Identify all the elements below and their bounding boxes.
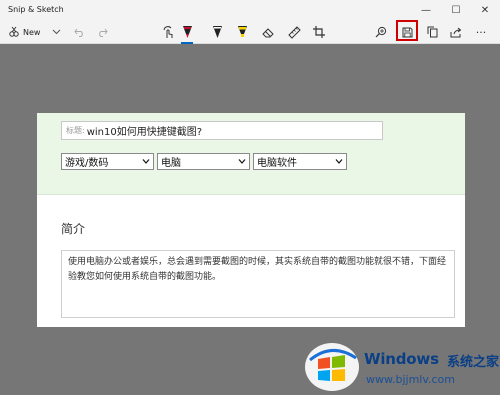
minimize-button[interactable]: —: [411, 0, 441, 21]
highlighter-icon: [237, 26, 247, 37]
close-icon: ✕: [480, 5, 490, 16]
windows-logo-icon: [305, 343, 359, 391]
more-icon: ···: [475, 25, 487, 39]
new-snip-icon: [9, 26, 19, 37]
chevron-down-icon: [238, 159, 246, 164]
captured-select-3-value: 电脑软件: [257, 158, 297, 169]
minimize-icon: —: [421, 5, 431, 16]
undo-icon: [73, 28, 83, 37]
chevron-down-icon: [52, 29, 60, 35]
ruler-button[interactable]: [287, 23, 301, 41]
captured-description: 使用电脑办公或者娱乐，总会遇到需要截图的时候，其实系统自带的截图功能就很不错，下…: [61, 250, 455, 318]
eraser-icon: [261, 27, 274, 37]
captured-select-2-value: 电脑: [161, 158, 181, 169]
captured-category-select-1: 游戏/数码: [61, 153, 154, 170]
ballpoint-pen-button[interactable]: [181, 23, 193, 41]
eraser-button[interactable]: [261, 23, 275, 41]
maximize-button[interactable]: ☐: [441, 0, 471, 21]
redo-button[interactable]: [95, 23, 109, 41]
captured-category-select-3: 电脑软件: [253, 153, 347, 170]
captured-title-value: win10如何用快捷键截图?: [86, 127, 203, 138]
captured-title-prefix: 标题:: [66, 126, 85, 135]
title-bar: Snip & Sketch — ☐ ✕: [0, 0, 500, 21]
maximize-icon: ☐: [451, 5, 461, 16]
app-title: Snip & Sketch: [8, 5, 64, 14]
touch-writing-icon: [163, 25, 172, 38]
ballpoint-pen-icon: [182, 26, 192, 38]
toolbar: New ···: [0, 21, 500, 44]
copy-button[interactable]: [425, 23, 439, 41]
copy-icon: [427, 26, 437, 38]
watermark-brand: Windows: [364, 350, 439, 368]
zoom-icon: [375, 26, 387, 38]
pencil-button[interactable]: [211, 23, 223, 41]
captured-category-select-2: 电脑: [157, 153, 250, 170]
share-icon: [450, 27, 462, 37]
more-button[interactable]: ···: [472, 23, 490, 41]
ruler-icon: [287, 25, 301, 39]
new-dropdown-button[interactable]: [50, 23, 62, 41]
close-button[interactable]: ✕: [470, 0, 500, 21]
save-button-highlight: [396, 20, 418, 41]
crop-icon: [313, 26, 325, 38]
new-label: New: [23, 27, 41, 37]
watermark-site-name: 系统之家: [447, 355, 500, 370]
share-button[interactable]: [449, 23, 463, 41]
captured-select-1-value: 游戏/数码: [65, 158, 109, 169]
pencil-icon: [212, 26, 222, 38]
captured-title-field: 标题: win10如何用快捷键截图?: [61, 121, 383, 140]
new-snip-button[interactable]: New: [8, 23, 44, 41]
touch-writing-button[interactable]: [160, 23, 176, 41]
crop-button[interactable]: [312, 23, 326, 41]
captured-header-panel: 标题: win10如何用快捷键截图? 游戏/数码 电脑 电脑软件: [37, 113, 465, 195]
watermark-url: www.bjjmlv.com: [366, 373, 455, 386]
captured-section-title: 简介: [61, 222, 86, 236]
redo-icon: [98, 28, 108, 37]
zoom-button[interactable]: [374, 23, 388, 41]
undo-button[interactable]: [72, 23, 86, 41]
site-watermark: Windows 系统之家 www.bjjmlv.com: [300, 340, 500, 395]
chevron-down-icon: [142, 159, 150, 164]
highlighter-button[interactable]: [236, 23, 248, 41]
captured-screenshot[interactable]: 标题: win10如何用快捷键截图? 游戏/数码 电脑 电脑软件 简介 使用电脑…: [37, 113, 465, 327]
chevron-down-icon: [335, 159, 343, 164]
